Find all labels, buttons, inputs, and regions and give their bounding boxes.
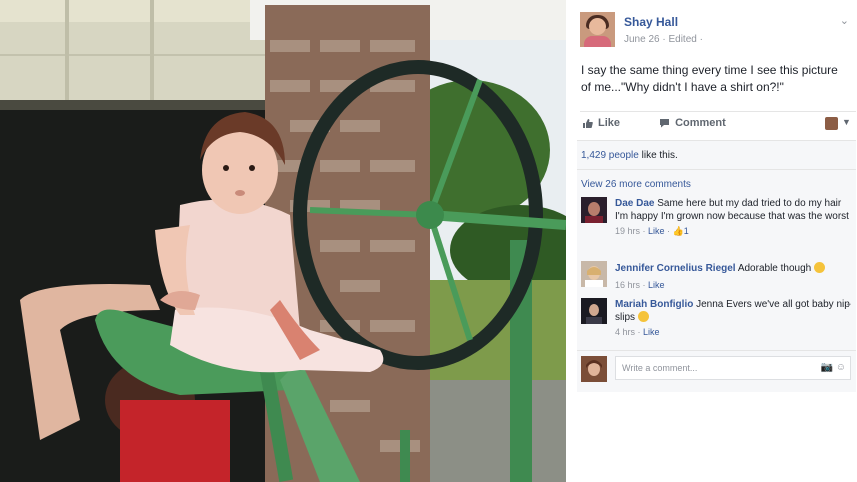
view-more-comments-link[interactable]: View 26 more comments — [581, 179, 691, 190]
chevron-down-icon[interactable]: ⌄ — [840, 14, 849, 27]
comment-input[interactable]: Write a comment... — [615, 356, 851, 380]
commenter-avatar[interactable] — [581, 197, 607, 223]
comment-meta: 16 hrs · Like — [615, 280, 665, 290]
author-name[interactable]: Shay Hall — [624, 15, 678, 29]
emoji-icon[interactable]: ☺ — [836, 362, 846, 373]
comment-button[interactable]: Comment — [659, 117, 744, 129]
post-meta[interactable]: June 26 · Edited · — [624, 34, 703, 45]
post-panel: Shay Hall June 26 · Edited · ⌄ I say the… — [568, 0, 857, 482]
post-as-avatar[interactable] — [825, 117, 838, 130]
comment-meta: 19 hrs · Like · 👍1 — [615, 226, 689, 236]
reaction-count[interactable]: 1 — [684, 226, 689, 236]
comment-meta: 4 hrs · Like — [615, 327, 660, 337]
like-label: Like — [598, 117, 621, 129]
author-avatar[interactable] — [580, 12, 615, 47]
post-actions: Like Comment — [582, 117, 762, 132]
composer-icons: 📷 ☺ — [821, 362, 846, 373]
divider — [577, 169, 856, 170]
divider — [580, 111, 856, 112]
comment-time[interactable]: 4 hrs — [615, 327, 635, 337]
wink-emoji-icon — [814, 262, 826, 273]
likes-summary: 1,429 people like this. — [581, 150, 678, 161]
likes-count-link[interactable]: 1,429 people — [581, 150, 639, 161]
thumbs-up-icon — [583, 118, 593, 128]
comment-like-link[interactable]: Like — [648, 226, 665, 236]
laughing-emoji-icon — [637, 311, 649, 322]
caret-down-icon[interactable]: ▼ — [842, 117, 851, 127]
commenter-name[interactable]: Jennifer Cornelius Riegel — [615, 263, 736, 274]
composer-avatar — [581, 356, 607, 382]
comment-like-link[interactable]: Like — [648, 280, 665, 290]
comment-composer: Write a comment... 📷 ☺ — [577, 350, 856, 383]
like-button[interactable]: Like — [582, 117, 638, 129]
commenter-avatar[interactable] — [581, 298, 607, 324]
comment-time[interactable]: 19 hrs — [615, 226, 640, 236]
comment-label: Comment — [675, 117, 726, 129]
thumbs-up-icon[interactable]: 👍 — [673, 226, 684, 236]
comment-icon — [660, 118, 670, 127]
comment-text: Adorable though — [737, 263, 812, 274]
comment-time[interactable]: 16 hrs — [615, 280, 640, 290]
comment-like-link[interactable]: Like — [643, 327, 660, 337]
camera-icon[interactable]: 📷 — [821, 362, 833, 373]
commenter-name[interactable]: Dae Dae — [615, 198, 654, 209]
post-text: I say the same thing every time I see th… — [581, 63, 838, 94]
post-photo[interactable] — [0, 0, 566, 482]
commenter-name[interactable]: Mariah Bonfiglio — [615, 299, 693, 310]
commenter-avatar[interactable] — [581, 261, 607, 287]
comment-options-icon[interactable]: ⌄ — [845, 298, 853, 309]
post-photo-image — [0, 0, 566, 482]
likes-suffix: like this. — [638, 150, 678, 161]
